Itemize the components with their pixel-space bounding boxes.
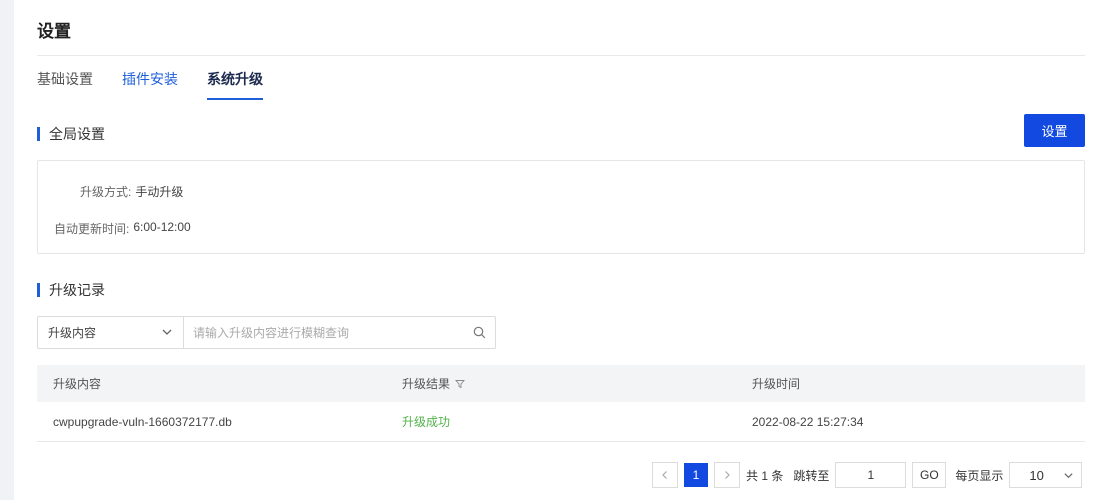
chevron-left-icon — [662, 471, 667, 479]
page-size-select[interactable]: 10 — [1009, 462, 1083, 488]
page-size-value: 10 — [1029, 467, 1044, 483]
settings-tabs: 基础设置 插件安装 系统升级 — [37, 70, 292, 102]
chevron-right-icon — [725, 471, 730, 479]
jump-label: 跳转至 — [793, 468, 830, 483]
filter-icon[interactable] — [455, 379, 465, 389]
upgrade-records-title: 升级记录 — [49, 282, 105, 298]
column-header-result-label: 升级结果 — [402, 377, 451, 391]
pagination: 1 共 1 条 跳转至 GO 每页显示 10 — [652, 462, 1083, 488]
page-size-label: 每页显示 — [955, 468, 1004, 483]
global-settings-heading: 全局设置 — [37, 124, 105, 144]
global-settings-panel: 升级方式: 手动升级 自动更新时间: 6:00-12:00 — [37, 160, 1085, 254]
go-button[interactable]: GO — [912, 462, 947, 488]
filter-field-select[interactable]: 升级内容 — [38, 317, 184, 348]
title-divider — [37, 55, 1085, 56]
row-result: 升级成功 — [402, 415, 451, 429]
chevron-down-icon — [162, 329, 172, 335]
search-input[interactable] — [184, 317, 463, 348]
column-header-result: 升级结果 — [402, 365, 465, 402]
section-marker — [37, 283, 40, 297]
chevron-down-icon — [1064, 473, 1073, 479]
auto-update-row: 自动更新时间: 6:00-12:00 — [54, 220, 191, 237]
column-header-content: 升级内容 — [53, 377, 102, 391]
table-row: cwpupgrade-vuln-1660372177.db 升级成功 2022-… — [37, 402, 1085, 442]
left-sidebar-strip — [0, 0, 14, 500]
records-filter: 升级内容 — [37, 316, 496, 349]
page-number-button[interactable]: 1 — [684, 463, 708, 487]
auto-update-value: 6:00-12:00 — [133, 220, 191, 234]
search-icon — [473, 326, 485, 339]
row-time: 2022-08-22 15:27:34 — [752, 414, 864, 429]
prev-page-button[interactable] — [652, 462, 678, 488]
settings-button[interactable]: 设置 — [1024, 114, 1085, 147]
row-content: cwpupgrade-vuln-1660372177.db — [53, 414, 232, 429]
upgrade-records-table: 升级内容 升级结果 升级时间 cwpupgrade-vuln-166037217… — [37, 365, 1085, 442]
upgrade-mode-label: 升级方式: — [80, 185, 132, 199]
upgrade-records-heading: 升级记录 — [37, 280, 105, 300]
page-title: 设置 — [37, 22, 71, 41]
tab-plugin-install[interactable]: 插件安装 — [122, 70, 178, 102]
total-count: 共 1 条 — [746, 468, 784, 483]
upgrade-mode-row: 升级方式: 手动升级 — [80, 183, 183, 200]
next-page-button[interactable] — [714, 462, 740, 488]
tab-basic-settings[interactable]: 基础设置 — [37, 70, 93, 102]
jump-page-input[interactable] — [835, 462, 907, 488]
table-header: 升级内容 升级结果 升级时间 — [37, 365, 1085, 402]
column-header-time: 升级时间 — [752, 377, 801, 391]
auto-update-label: 自动更新时间: — [54, 222, 130, 236]
global-settings-title: 全局设置 — [49, 126, 105, 142]
tab-system-upgrade[interactable]: 系统升级 — [207, 70, 263, 102]
filter-field-value: 升级内容 — [48, 326, 97, 340]
upgrade-mode-value: 手动升级 — [135, 185, 184, 199]
search-button[interactable] — [463, 317, 495, 348]
section-marker — [37, 127, 40, 141]
